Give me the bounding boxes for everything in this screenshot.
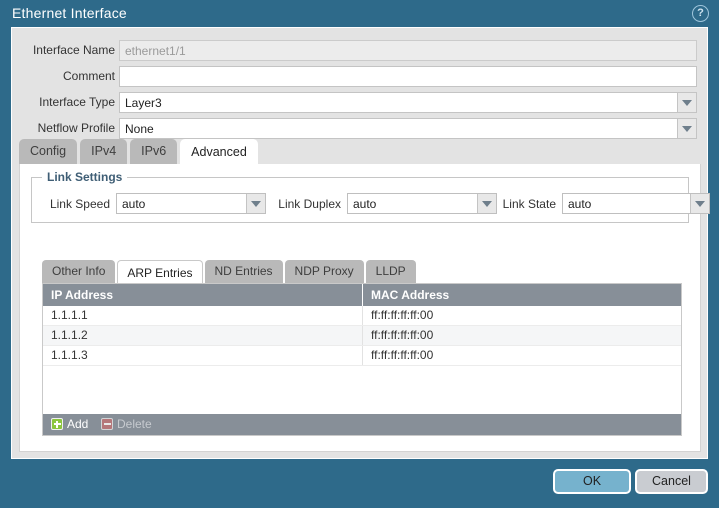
input-interface-name[interactable]: ethernet1/1 xyxy=(119,40,697,61)
select-netflow-profile[interactable]: None xyxy=(119,118,697,139)
label-netflow-profile: Netflow Profile xyxy=(37,121,115,135)
cell-mac-address: ff:ff:ff:ff:ff:00 xyxy=(371,328,434,342)
table-row[interactable]: 1.1.1.3 ff:ff:ff:ff:ff:00 xyxy=(43,346,681,366)
grid-body: 1.1.1.1 ff:ff:ff:ff:ff:00 1.1.1.2 ff:ff:… xyxy=(43,306,681,414)
select-interface-type[interactable]: Layer3 xyxy=(119,92,697,113)
advanced-inner-tabstrip: Other Info ARP Entries ND Entries NDP Pr… xyxy=(42,260,682,284)
cell-ip-address: 1.1.1.2 xyxy=(43,326,363,345)
add-button-label: Add xyxy=(67,417,89,431)
tab-ipv4[interactable]: IPv4 xyxy=(80,139,128,164)
input-comment[interactable] xyxy=(119,66,697,87)
column-header-ip-address[interactable]: IP Address xyxy=(43,284,363,306)
chevron-down-icon[interactable] xyxy=(246,194,265,213)
add-button[interactable]: Add xyxy=(51,417,88,432)
select-link-state[interactable]: auto xyxy=(562,193,710,214)
cell-mac-address: ff:ff:ff:ff:ff:00 xyxy=(371,348,434,362)
tab-advanced[interactable]: Advanced xyxy=(180,139,258,165)
value-link-duplex: auto xyxy=(353,197,377,211)
tab-panel-advanced: Link Settings Link Speed auto Link Duple… xyxy=(19,164,710,452)
table-row[interactable]: 1.1.1.2 ff:ff:ff:ff:ff:00 xyxy=(43,326,681,346)
label-comment: Comment xyxy=(62,69,115,83)
dialog-titlebar: Ethernet Interface ? xyxy=(0,0,719,27)
form-row-netflow-profile: Netflow Profile None xyxy=(12,118,709,140)
value-interface-name: ethernet1/1 xyxy=(125,44,186,58)
inner-tab-nd-entries[interactable]: ND Entries xyxy=(204,260,283,283)
chevron-down-icon[interactable] xyxy=(677,119,696,138)
chevron-down-icon[interactable] xyxy=(690,194,709,213)
minus-icon xyxy=(101,418,113,430)
help-circle-icon[interactable]: ? xyxy=(692,5,709,22)
grid-header-row: IP Address MAC Address xyxy=(43,284,681,306)
select-link-duplex[interactable]: auto xyxy=(347,193,497,214)
ok-button[interactable]: OK xyxy=(553,469,631,494)
value-link-state: auto xyxy=(568,197,592,211)
inner-tab-other-info[interactable]: Other Info xyxy=(42,260,116,283)
cell-mac-address: ff:ff:ff:ff:ff:00 xyxy=(371,308,434,322)
label-link-duplex: Link Duplex xyxy=(278,197,341,211)
chevron-down-icon[interactable] xyxy=(477,194,496,213)
inner-tab-arp-entries[interactable]: ARP Entries xyxy=(117,260,203,284)
delete-button[interactable]: Delete xyxy=(101,417,152,432)
inner-tab-ndp-proxy[interactable]: NDP Proxy xyxy=(284,260,364,283)
tab-ipv6[interactable]: IPv6 xyxy=(130,139,178,164)
form-row-interface-name: Interface Name ethernet1/1 xyxy=(12,40,709,62)
cell-ip-address: 1.1.1.1 xyxy=(43,306,363,325)
label-interface-name: Interface Name xyxy=(32,43,115,57)
value-netflow-profile: None xyxy=(125,122,154,136)
link-settings-legend: Link Settings xyxy=(42,170,128,184)
dialog-footer: OK Cancel xyxy=(0,459,719,508)
arp-entries-grid: IP Address MAC Address 1.1.1.1 ff:ff:ff:… xyxy=(42,283,682,436)
plus-icon xyxy=(51,418,63,430)
select-link-speed[interactable]: auto xyxy=(116,193,266,214)
form-row-interface-type: Interface Type Layer3 xyxy=(12,92,709,114)
cell-ip-address: 1.1.1.3 xyxy=(43,346,363,365)
value-link-speed: auto xyxy=(122,197,146,211)
dialog-content-panel: Interface Name ethernet1/1 Comment Inter… xyxy=(11,27,710,459)
column-header-mac-address[interactable]: MAC Address xyxy=(363,284,681,306)
inner-tab-lldp[interactable]: LLDP xyxy=(365,260,416,283)
cancel-button[interactable]: Cancel xyxy=(635,469,708,494)
form-row-comment: Comment xyxy=(12,66,709,88)
label-interface-type: Interface Type xyxy=(39,95,115,109)
label-link-speed: Link Speed xyxy=(49,197,110,211)
tab-config[interactable]: Config xyxy=(19,139,78,164)
link-settings-fieldset: Link Settings Link Speed auto Link Duple… xyxy=(31,170,710,223)
grid-toolbar: Add Delete xyxy=(43,414,681,435)
ethernet-interface-dialog: Ethernet Interface ? Interface Name ethe… xyxy=(0,0,719,508)
delete-button-label: Delete xyxy=(117,417,152,431)
dialog-title: Ethernet Interface xyxy=(12,5,127,21)
main-tabstrip: Config IPv4 IPv6 Advanced xyxy=(19,139,701,165)
table-row[interactable]: 1.1.1.1 ff:ff:ff:ff:ff:00 xyxy=(43,306,681,326)
value-interface-type: Layer3 xyxy=(125,96,162,110)
label-link-state: Link State xyxy=(502,197,556,211)
chevron-down-icon[interactable] xyxy=(677,93,696,112)
